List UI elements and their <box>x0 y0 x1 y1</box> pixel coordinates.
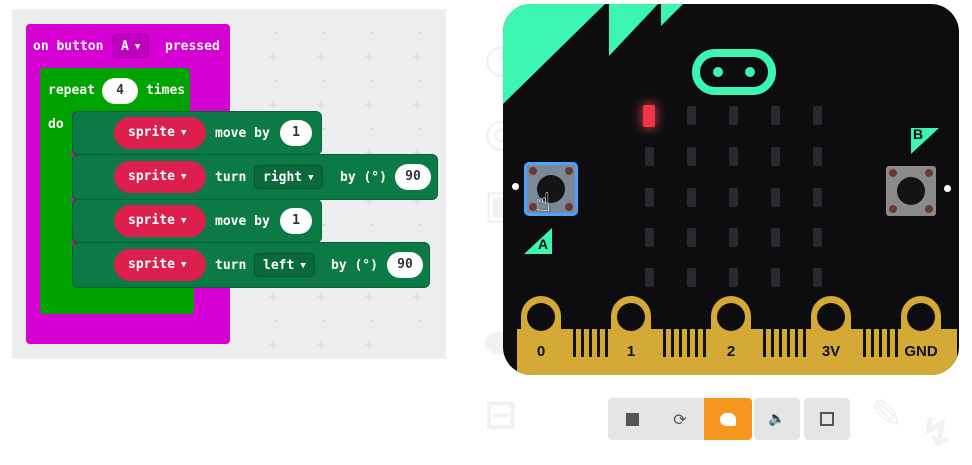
move-by-label: move by <box>215 126 270 141</box>
snail-icon <box>720 412 736 426</box>
led <box>687 188 696 207</box>
chevron-down-icon: ▼ <box>300 261 306 271</box>
turn-direction-value: right <box>263 170 303 185</box>
fullscreen-icon <box>820 412 834 426</box>
sprite-variable-dropdown[interactable]: sprite ▼ <box>114 161 206 193</box>
turn-by-label: by (°) <box>340 170 387 185</box>
loop-spine <box>40 108 72 304</box>
sprite-variable-name: sprite <box>128 213 175 228</box>
led <box>687 228 696 247</box>
pin-1[interactable]: 1 <box>617 343 645 360</box>
turn-direction-value: left <box>263 258 295 273</box>
stop-button[interactable] <box>608 398 656 440</box>
led <box>645 268 654 287</box>
led <box>813 188 822 207</box>
led <box>687 268 696 287</box>
move-by-label: move by <box>215 214 270 229</box>
button-b[interactable] <box>886 166 936 216</box>
sprite-variable-dropdown[interactable]: sprite ▼ <box>114 117 206 149</box>
turn-angle-input[interactable]: 90 <box>387 252 423 278</box>
led <box>729 106 738 125</box>
pin-3v[interactable]: 3V <box>815 343 847 360</box>
button-select-value: A <box>121 39 129 54</box>
led <box>771 268 780 287</box>
hand-cursor-icon: ☝ <box>535 188 551 218</box>
led <box>645 228 654 247</box>
restart-icon: ⟳ <box>673 409 687 429</box>
button-b-connector-dot <box>944 185 951 192</box>
led <box>729 188 738 207</box>
sprite-variable-dropdown[interactable]: sprite ▼ <box>114 205 206 237</box>
fullscreen-button[interactable] <box>804 398 850 440</box>
pin-0[interactable]: 0 <box>527 343 555 360</box>
repeat-count-input[interactable]: 4 <box>102 78 138 104</box>
sprite-variable-dropdown[interactable]: sprite ▼ <box>114 249 206 281</box>
event-suffix: pressed <box>165 39 220 54</box>
restart-button[interactable]: ⟳ <box>656 398 704 440</box>
turn-by-label: by (°) <box>331 258 378 273</box>
simulator-toolbar-secondary: 🔈 <box>754 398 850 440</box>
led <box>771 228 780 247</box>
led <box>729 268 738 287</box>
led <box>729 228 738 247</box>
event-block-spine <box>26 68 40 312</box>
button-a-label: A <box>538 236 549 252</box>
repeat-label: repeat <box>48 83 95 98</box>
led <box>771 147 780 166</box>
chevron-down-icon: ▼ <box>134 42 141 52</box>
led <box>687 147 696 166</box>
repeat-suffix: times <box>146 83 186 98</box>
led <box>771 106 780 125</box>
led <box>813 147 822 166</box>
turn-label: turn <box>215 258 247 273</box>
speaker-icon: 🔈 <box>768 411 786 427</box>
microbit-logo-icon <box>692 49 776 95</box>
pin-2[interactable]: 2 <box>717 343 745 360</box>
simulator-toolbar: ⟳ <box>608 398 752 440</box>
slow-mo-button[interactable] <box>704 398 752 440</box>
accent-shard <box>503 4 605 104</box>
button-a-connector-dot <box>512 183 519 190</box>
sprite-variable-name: sprite <box>128 257 175 272</box>
button-select-dropdown[interactable]: A ▼ <box>112 34 150 58</box>
led <box>771 188 780 207</box>
led-on <box>643 105 655 127</box>
sprite-variable-name: sprite <box>128 169 175 184</box>
do-label: do <box>48 117 64 132</box>
mute-button[interactable]: 🔈 <box>754 398 800 440</box>
led <box>813 106 822 125</box>
move-amount-input[interactable]: 1 <box>280 120 312 146</box>
stop-icon <box>625 412 639 426</box>
event-label: on button <box>33 39 104 54</box>
chevron-down-icon: ▼ <box>180 128 187 138</box>
led <box>645 188 654 207</box>
led <box>687 106 696 125</box>
microbit-board: ☝ A B 0 1 2 3V GND <box>503 4 959 375</box>
accent-shard <box>661 4 683 26</box>
led <box>813 268 822 287</box>
turn-direction-dropdown[interactable]: right ▼ <box>254 165 323 189</box>
accent-shard <box>609 4 658 56</box>
pin-gnd[interactable]: GND <box>899 343 943 360</box>
loop-bottom <box>40 284 194 314</box>
turn-label: turn <box>215 170 247 185</box>
sprite-variable-name: sprite <box>128 125 175 140</box>
turn-direction-dropdown[interactable]: left ▼ <box>254 253 315 277</box>
led <box>729 147 738 166</box>
turn-angle-input[interactable]: 90 <box>395 164 431 190</box>
chevron-down-icon: ▼ <box>308 173 314 183</box>
led <box>813 228 822 247</box>
chevron-down-icon: ▼ <box>180 172 187 182</box>
button-b-label: B <box>913 126 924 142</box>
chevron-down-icon: ▼ <box>180 216 187 226</box>
move-amount-input[interactable]: 1 <box>280 208 312 234</box>
led <box>645 147 654 166</box>
button-a[interactable] <box>524 162 578 216</box>
chevron-down-icon: ▼ <box>180 260 187 270</box>
